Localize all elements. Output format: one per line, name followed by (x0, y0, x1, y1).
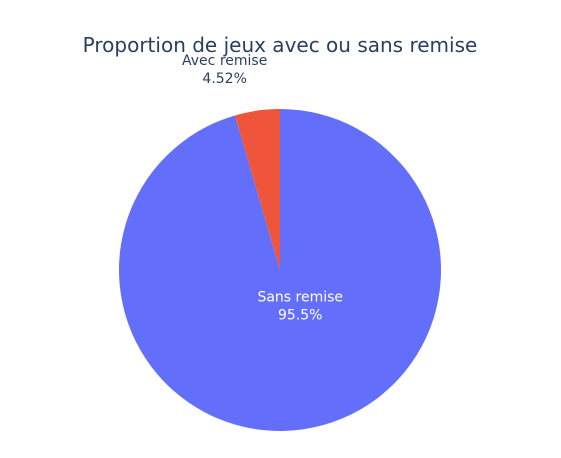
pie-chart: Proportion de jeux avec ou sans remise A… (83, 33, 478, 431)
pie-slices (118, 109, 441, 431)
slice-label-percent: 95.5% (278, 308, 322, 324)
slice-label-percent: 4.52% (202, 71, 246, 87)
slice-label-name: Avec remise (182, 53, 267, 69)
slice-label-avec-remise: Avec remise 4.52% (182, 53, 267, 87)
slice-label-name: Sans remise (257, 290, 343, 306)
chart-title: Proportion de jeux avec ou sans remise (83, 33, 478, 57)
pie-slice-sans-remise (118, 109, 441, 431)
